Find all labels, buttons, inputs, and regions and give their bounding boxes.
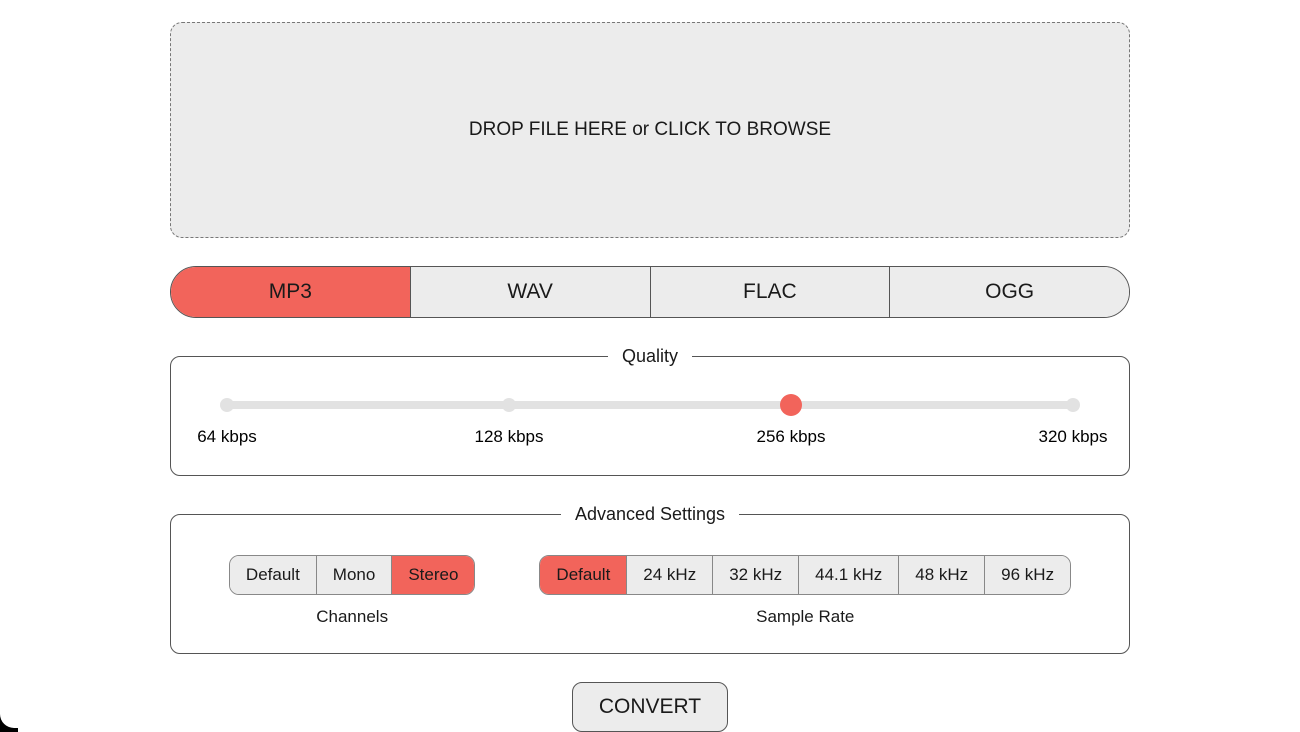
quality-stop-64[interactable]	[220, 398, 234, 412]
channels-stereo-button[interactable]: Stereo	[392, 556, 474, 594]
format-mp3-button[interactable]: MP3	[171, 267, 411, 317]
quality-label-1: 128 kbps	[474, 427, 543, 447]
sample-rate-default-button[interactable]: Default	[540, 556, 627, 594]
sample-rate-selector: Default 24 kHz 32 kHz 44.1 kHz 48 kHz 96…	[539, 555, 1071, 595]
quality-label-3: 320 kbps	[1039, 427, 1108, 447]
dropzone-text: DROP FILE HERE or CLICK TO BROWSE	[469, 119, 831, 141]
quality-stop-256[interactable]	[780, 394, 802, 416]
file-dropzone[interactable]: DROP FILE HERE or CLICK TO BROWSE	[170, 22, 1130, 238]
sample-rate-48-button[interactable]: 48 kHz	[899, 556, 985, 594]
sample-rate-441-button[interactable]: 44.1 kHz	[799, 556, 899, 594]
sample-rate-label: Sample Rate	[756, 607, 854, 627]
channels-selector: Default Mono Stereo	[229, 555, 476, 595]
advanced-legend: Advanced Settings	[561, 504, 739, 525]
quality-fieldset: Quality 64 kbps 128 kbps 256 kbps 320 kb…	[170, 346, 1130, 476]
format-ogg-button[interactable]: OGG	[890, 267, 1129, 317]
channels-group: Default Mono Stereo Channels	[229, 555, 476, 627]
channels-mono-button[interactable]: Mono	[317, 556, 393, 594]
advanced-settings-fieldset: Advanced Settings Default Mono Stereo Ch…	[170, 504, 1130, 654]
format-wav-button[interactable]: WAV	[411, 267, 651, 317]
format-selector: MP3 WAV FLAC OGG	[170, 266, 1130, 318]
quality-slider[interactable]	[227, 401, 1073, 409]
channels-default-button[interactable]: Default	[230, 556, 317, 594]
sample-rate-96-button[interactable]: 96 kHz	[985, 556, 1070, 594]
convert-row: CONVERT	[170, 682, 1130, 732]
converter-panel: DROP FILE HERE or CLICK TO BROWSE MP3 WA…	[170, 0, 1130, 732]
quality-stop-320[interactable]	[1066, 398, 1080, 412]
sample-rate-24-button[interactable]: 24 kHz	[627, 556, 713, 594]
quality-stop-128[interactable]	[502, 398, 516, 412]
quality-labels: 64 kbps 128 kbps 256 kbps 320 kbps	[227, 427, 1073, 451]
sample-rate-group: Default 24 kHz 32 kHz 44.1 kHz 48 kHz 96…	[539, 555, 1071, 627]
format-flac-button[interactable]: FLAC	[651, 267, 891, 317]
quality-label-0: 64 kbps	[197, 427, 257, 447]
quality-label-2: 256 kbps	[756, 427, 825, 447]
quality-legend: Quality	[608, 346, 692, 367]
channels-label: Channels	[316, 607, 388, 627]
convert-button[interactable]: CONVERT	[572, 682, 728, 732]
sample-rate-32-button[interactable]: 32 kHz	[713, 556, 799, 594]
